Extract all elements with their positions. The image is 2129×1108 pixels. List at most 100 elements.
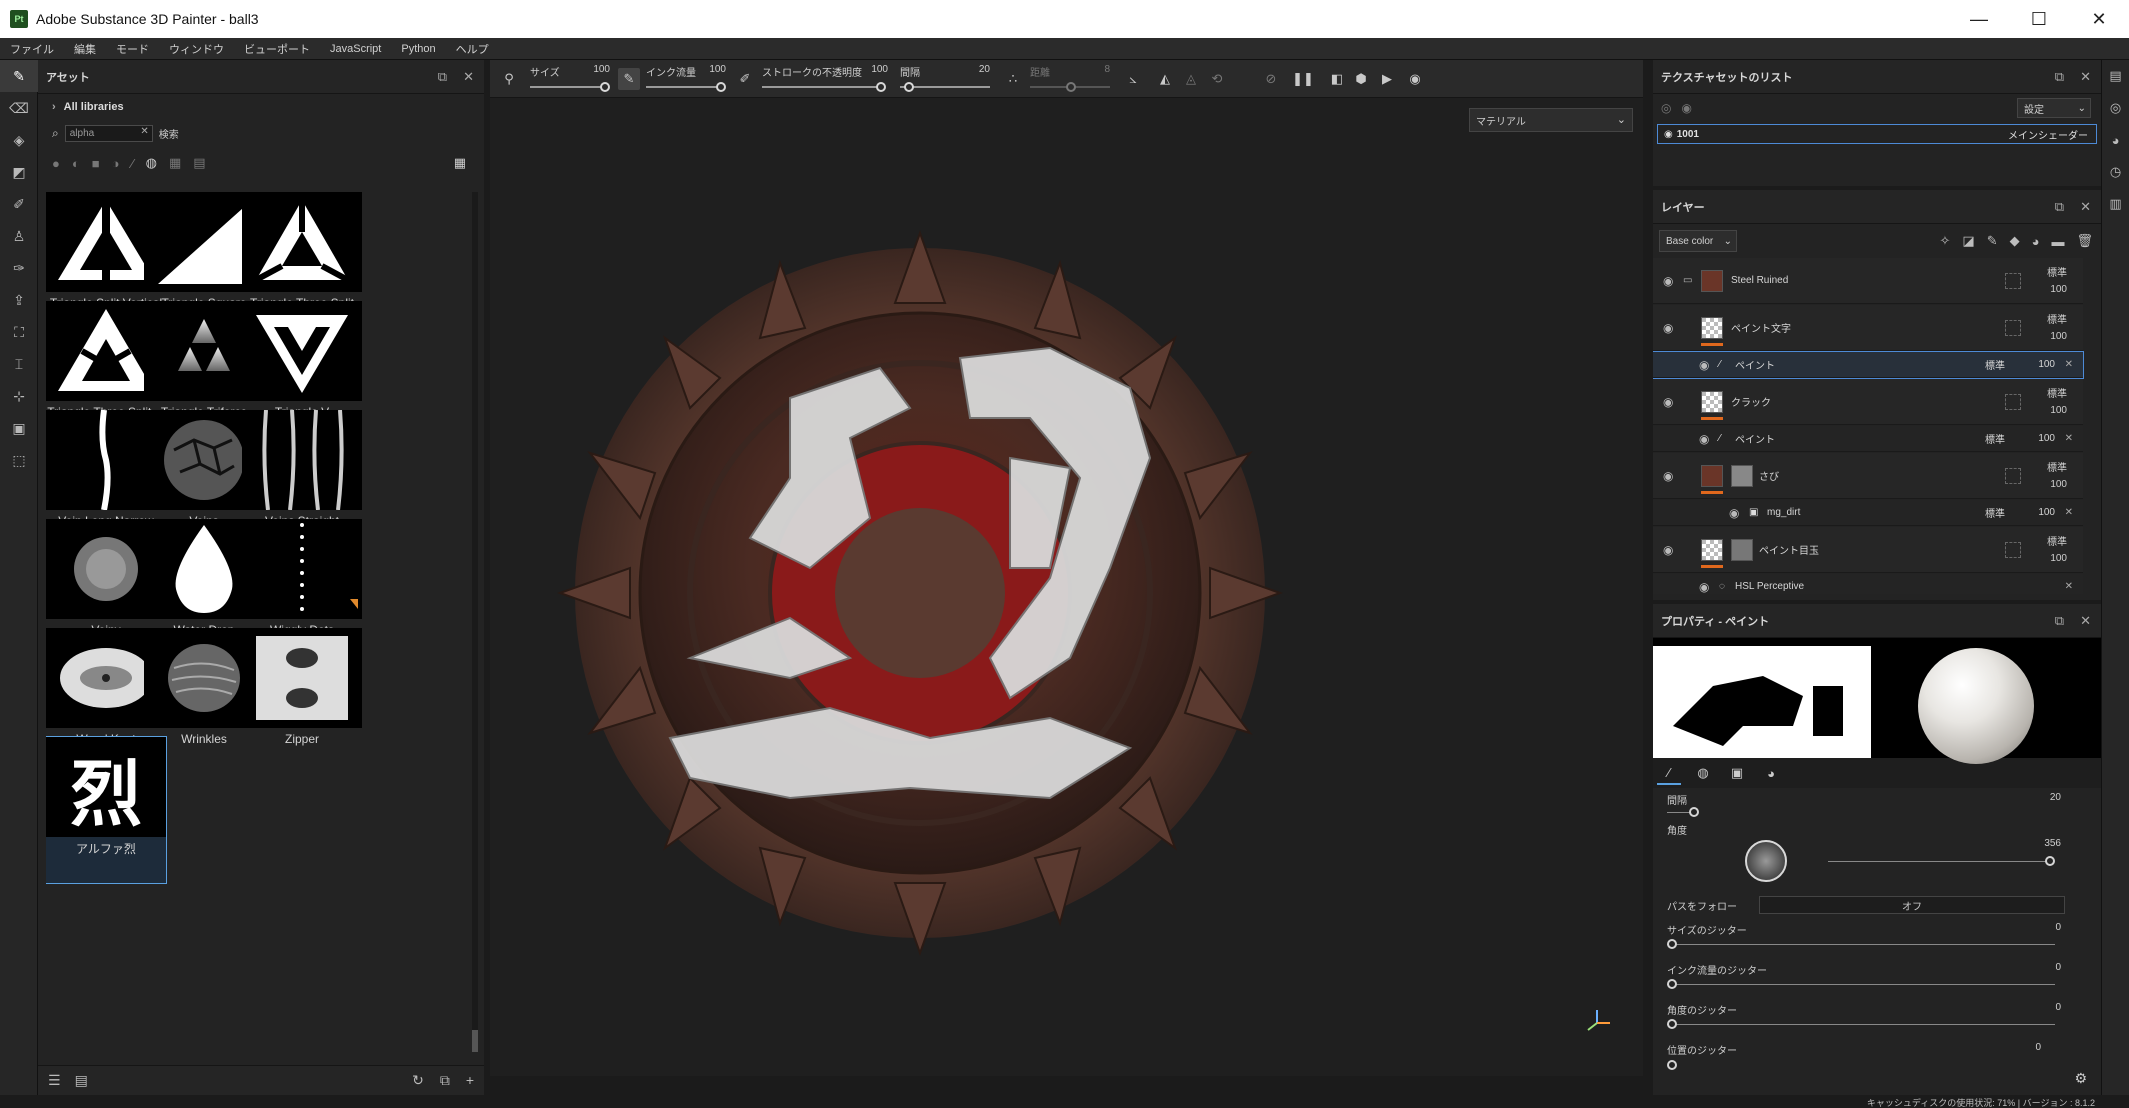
angle-slider[interactable]: [1828, 861, 2050, 862]
filter-filter-icon[interactable]: ◑: [112, 156, 120, 171]
eye-icon[interactable]: ◉: [1699, 432, 1709, 446]
layer-mask-slot[interactable]: [2005, 467, 2021, 484]
follow-path-toggle[interactable]: オフ: [1759, 896, 2065, 914]
distance-handle[interactable]: [1066, 82, 1076, 92]
spacing-slider-handle[interactable]: [1689, 807, 1699, 817]
size-jitter-value[interactable]: 0: [2055, 922, 2061, 933]
brush-tab-icon[interactable]: ⁄: [1657, 761, 1681, 785]
paint-brush-icon[interactable]: ✎: [0, 60, 38, 92]
spacing-slider[interactable]: [1667, 812, 1691, 813]
channel-select[interactable]: Base color ⌄: [1659, 230, 1737, 252]
assets-scrollbar[interactable]: [472, 192, 478, 1052]
angle-jitter-handle[interactable]: [1667, 1019, 1677, 1029]
eye-icon[interactable]: ◉: [1663, 395, 1673, 409]
filter-mask-icon[interactable]: ■: [92, 156, 100, 171]
add-mask-icon[interactable]: ◪: [1962, 233, 1974, 249]
close-panel-icon[interactable]: ✕: [463, 69, 474, 85]
smudge-icon[interactable]: ✐: [0, 188, 38, 220]
remove-effect-icon[interactable]: ✕: [2065, 581, 2073, 592]
detail-view-icon[interactable]: ▤: [75, 1072, 88, 1089]
layer-mask-thumbnail[interactable]: [1731, 464, 1753, 487]
angle-slider-handle[interactable]: [2045, 856, 2055, 866]
layer-mask-slot[interactable]: [2005, 541, 2021, 558]
position-jitter-handle[interactable]: [1667, 1060, 1677, 1070]
flow-slider[interactable]: [646, 86, 720, 88]
camera-mode-icon[interactable]: ◧: [1326, 68, 1348, 90]
flow-jitter-handle[interactable]: [1667, 979, 1677, 989]
geometry-mask-icon[interactable]: ⛶: [0, 316, 38, 348]
angle-value[interactable]: 356: [2044, 838, 2061, 849]
opacity-value[interactable]: 100: [2050, 331, 2067, 342]
texture-set-row[interactable]: ◉ 1001 メインシェーダー: [1657, 124, 2097, 144]
eye-icon[interactable]: ◉: [1663, 543, 1673, 557]
pause-render-icon[interactable]: ❚❚: [1292, 68, 1314, 90]
3d-viewport[interactable]: マテリアル ⌄: [490, 98, 1643, 1076]
menu-javascript[interactable]: JavaScript: [330, 43, 381, 55]
hide-ui-icon[interactable]: ⊘: [1260, 68, 1282, 90]
alpha-tab-icon[interactable]: ◍: [1691, 761, 1715, 785]
layer-row[interactable]: ◉ ペイント文字 標準 100: [1653, 305, 2083, 351]
blend-mode-select[interactable]: 標準: [1985, 505, 2005, 520]
opacity-value[interactable]: 100: [2050, 405, 2067, 416]
eye-icon[interactable]: ◉: [1663, 469, 1673, 483]
filter-texture-icon[interactable]: ▦: [169, 155, 181, 171]
remove-effect-icon[interactable]: ✕: [2065, 507, 2073, 518]
add-folder-icon[interactable]: ▬: [2051, 234, 2064, 249]
symmetry-settings-icon[interactable]: ⟲: [1206, 68, 1228, 90]
opacity-value[interactable]: 100: [2050, 479, 2067, 490]
layer-mask-slot[interactable]: [2005, 319, 2021, 336]
eye-icon[interactable]: ◉: [1699, 580, 1709, 594]
close-button[interactable]: ✕: [2069, 0, 2129, 38]
filter-alpha-icon[interactable]: ◍: [146, 155, 157, 171]
size-jitter-handle[interactable]: [1667, 939, 1677, 949]
opacity-value[interactable]: 100: [2038, 359, 2055, 370]
anchor-icon[interactable]: ⌶: [0, 348, 38, 380]
size-slider[interactable]: [530, 86, 604, 88]
effect-row[interactable]: ◉ ⁄ ペイント 標準 100 ✕: [1653, 426, 2083, 452]
remove-effect-icon[interactable]: ✕: [2065, 433, 2073, 444]
filter-smart-material-icon[interactable]: ◐: [72, 156, 80, 171]
close-panel-icon[interactable]: ✕: [2080, 199, 2091, 215]
list-view-icon[interactable]: ☰: [48, 1072, 61, 1089]
alignment-icon[interactable]: ⦣: [1122, 68, 1144, 90]
gear-icon[interactable]: ⚙: [2074, 1070, 2087, 1087]
pressure-size-icon[interactable]: ✎: [618, 68, 640, 90]
flow-jitter-slider[interactable]: [1667, 984, 2055, 985]
new-window-icon[interactable]: ⧉: [440, 1072, 450, 1089]
search-input[interactable]: alpha ✕: [64, 124, 153, 142]
pressure-flow-icon[interactable]: ✐: [734, 68, 756, 90]
blend-mode-select[interactable]: 標準: [2047, 459, 2067, 474]
layer-mask-thumbnail[interactable]: [1731, 538, 1753, 561]
export-icon[interactable]: ▣: [0, 412, 38, 444]
uv-tool-icon[interactable]: ⬚: [0, 444, 38, 476]
shader-select[interactable]: メインシェーダー: [2008, 127, 2088, 142]
layer-row[interactable]: ◉ ▭ Steel Ruined 標準 100: [1653, 258, 2083, 304]
delete-layer-icon[interactable]: 🗑: [2076, 233, 2093, 249]
layer-mask-slot[interactable]: [2005, 393, 2021, 410]
cube-view-icon[interactable]: ⬢: [1350, 68, 1372, 90]
size-slider-handle[interactable]: [600, 82, 610, 92]
filter-environment-icon[interactable]: ▤: [193, 155, 205, 171]
effect-row[interactable]: ◉ ▣ mg_dirt 標準 100 ✕: [1653, 500, 2083, 526]
flow-slider-handle[interactable]: [716, 82, 726, 92]
spacing-handle[interactable]: [904, 82, 914, 92]
grid-view-icon[interactable]: ▦: [454, 155, 466, 171]
layer-row[interactable]: ◉ ペイント目玉 標準 100: [1653, 527, 2083, 573]
eye-icon[interactable]: ◉: [1663, 321, 1673, 335]
opacity-value[interactable]: 100: [2038, 433, 2055, 444]
add-icon[interactable]: +: [466, 1072, 474, 1089]
eye-icon[interactable]: ◉: [1681, 101, 1691, 115]
size-jitter-slider[interactable]: [1667, 944, 2055, 945]
eye-icon[interactable]: ◉: [1729, 506, 1739, 520]
angle-jitter-value[interactable]: 0: [2055, 1002, 2061, 1013]
float-panel-icon[interactable]: ⧉: [2055, 69, 2064, 85]
asset-tile-selected[interactable]: 烈 アルファ烈: [46, 736, 167, 884]
screenshot-camera-icon[interactable]: ◉: [1404, 68, 1426, 90]
spacing-value[interactable]: 20: [2050, 792, 2061, 803]
angle-jitter-slider[interactable]: [1667, 1024, 2055, 1025]
bake-icon[interactable]: ⇪: [0, 284, 38, 316]
filter-material-icon[interactable]: ●: [52, 156, 60, 171]
eye-icon[interactable]: ◉: [1663, 274, 1673, 288]
blend-mode-select[interactable]: 標準: [2047, 385, 2067, 400]
eraser-icon[interactable]: ⌫: [0, 92, 38, 124]
